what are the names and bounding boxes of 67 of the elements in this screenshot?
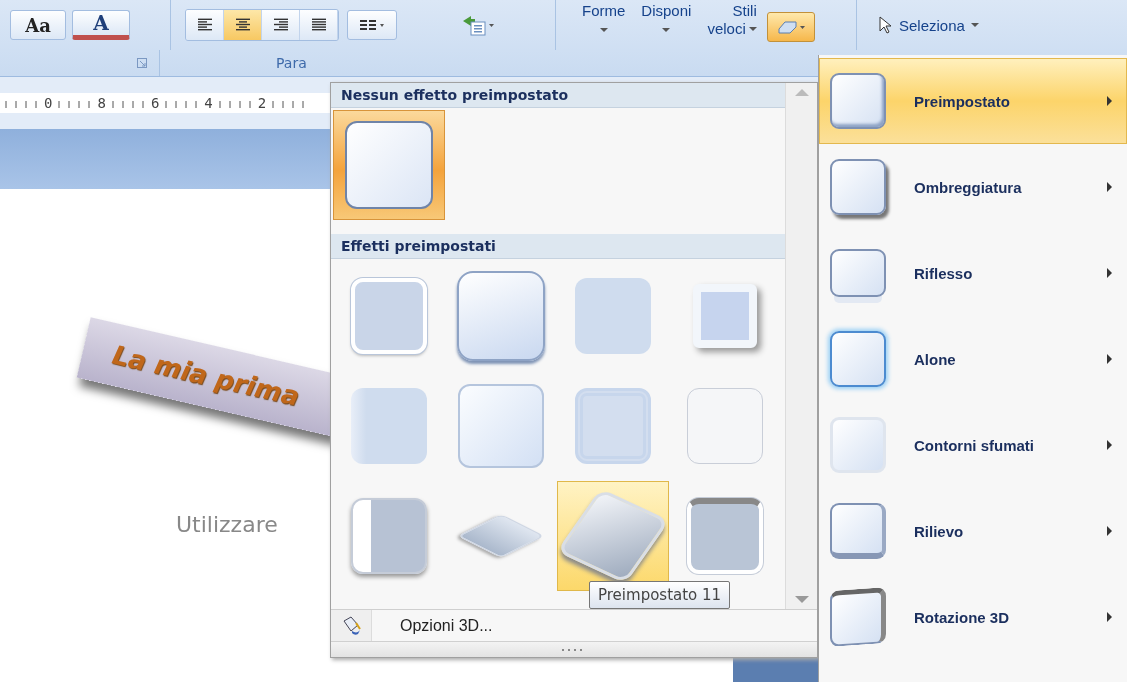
menu-item[interactable]: Opzioni 3D... <box>331 609 817 641</box>
font-size-button[interactable]: Aa <box>10 10 66 40</box>
glow-effect-icon <box>830 331 886 387</box>
align-button[interactable] <box>224 10 262 40</box>
group-label: Para <box>275 55 307 71</box>
columns-button[interactable] <box>347 10 397 40</box>
shape-effects-button[interactable] <box>766 12 815 42</box>
submenu-item[interactable]: Rilievo <box>819 488 1127 574</box>
shape-effects-icon <box>775 19 806 35</box>
submenu-item[interactable]: Ombreggiatura <box>819 144 1127 230</box>
ruler-number: 0 <box>44 95 54 111</box>
ruler-number: 2 <box>257 95 268 111</box>
font-color-button[interactable]: A <box>72 10 130 40</box>
effect-preview-icon <box>351 388 427 464</box>
submenu-arrow-icon <box>1107 526 1112 536</box>
submenu-arrow-icon <box>1107 96 1112 106</box>
submenu-arrow-icon <box>1107 268 1112 278</box>
preset-effect-icon <box>830 73 886 129</box>
submenu-item[interactable]: Alone <box>819 316 1127 402</box>
align-button[interactable] <box>186 10 224 40</box>
subtitle-text: Utilizzare <box>176 512 278 537</box>
section-header: Nessun effetto preimpostato <box>331 83 785 108</box>
drawing-tool-button[interactable]: Disponi <box>635 2 698 32</box>
submenu-arrow-icon <box>1107 354 1112 364</box>
submenu-item[interactable]: Preimpostato <box>819 58 1127 144</box>
scroll-up-icon[interactable] <box>795 89 809 96</box>
drawing-tool-button[interactable]: Forme <box>576 2 632 32</box>
bevel-effect-icon <box>830 503 886 559</box>
section-header: Effetti preimpostati <box>331 234 785 259</box>
effect-preview-icon <box>687 388 763 464</box>
effect-preview-icon <box>575 278 651 354</box>
effect-preset-tile[interactable] <box>333 110 445 220</box>
submenu-arrow-icon <box>1107 182 1112 192</box>
scrollbar[interactable] <box>785 83 817 609</box>
submenu-item[interactable]: Rotazione 3D <box>819 574 1127 660</box>
align-center-icon <box>234 18 251 32</box>
submenu-arrow-icon <box>1107 612 1112 622</box>
select-button[interactable]: Seleziona <box>871 15 985 35</box>
effect-preview-icon <box>351 498 427 574</box>
submenu-item[interactable]: Riflesso <box>819 230 1127 316</box>
effect-preview-icon <box>458 384 544 468</box>
quick-styles-button[interactable]: Stili veloci <box>701 2 763 38</box>
effect-preview-icon <box>351 278 427 354</box>
effect-preview-icon <box>457 271 545 361</box>
effect-preview-icon <box>687 498 763 574</box>
effect-preview-icon <box>575 388 651 464</box>
soft-edges-effect-icon <box>830 417 886 473</box>
effect-preview-icon <box>345 121 433 209</box>
ruler-number: 4 <box>204 95 214 111</box>
submenu-arrow-icon <box>1107 440 1112 450</box>
align-button[interactable] <box>300 10 338 40</box>
dialog-launcher-icon <box>137 58 147 68</box>
text-box-icon <box>461 13 495 37</box>
align-button[interactable] <box>262 10 300 40</box>
ruler-number: 8 <box>97 95 107 111</box>
tooltip: Preimpostato 11 <box>589 581 731 609</box>
shadow-effect-icon <box>830 159 886 215</box>
columns-icon <box>359 18 385 32</box>
rotation-effect-icon <box>830 587 886 647</box>
align-justify-icon <box>310 18 327 32</box>
pointer-icon <box>877 16 893 34</box>
resize-grip[interactable] <box>331 641 817 657</box>
ruler-number: 6 <box>150 95 161 111</box>
align-left-icon <box>196 18 213 32</box>
submenu-item[interactable]: Contorni sfumati <box>819 402 1127 488</box>
effect-preview-icon <box>693 284 757 348</box>
align-right-icon <box>272 18 289 32</box>
